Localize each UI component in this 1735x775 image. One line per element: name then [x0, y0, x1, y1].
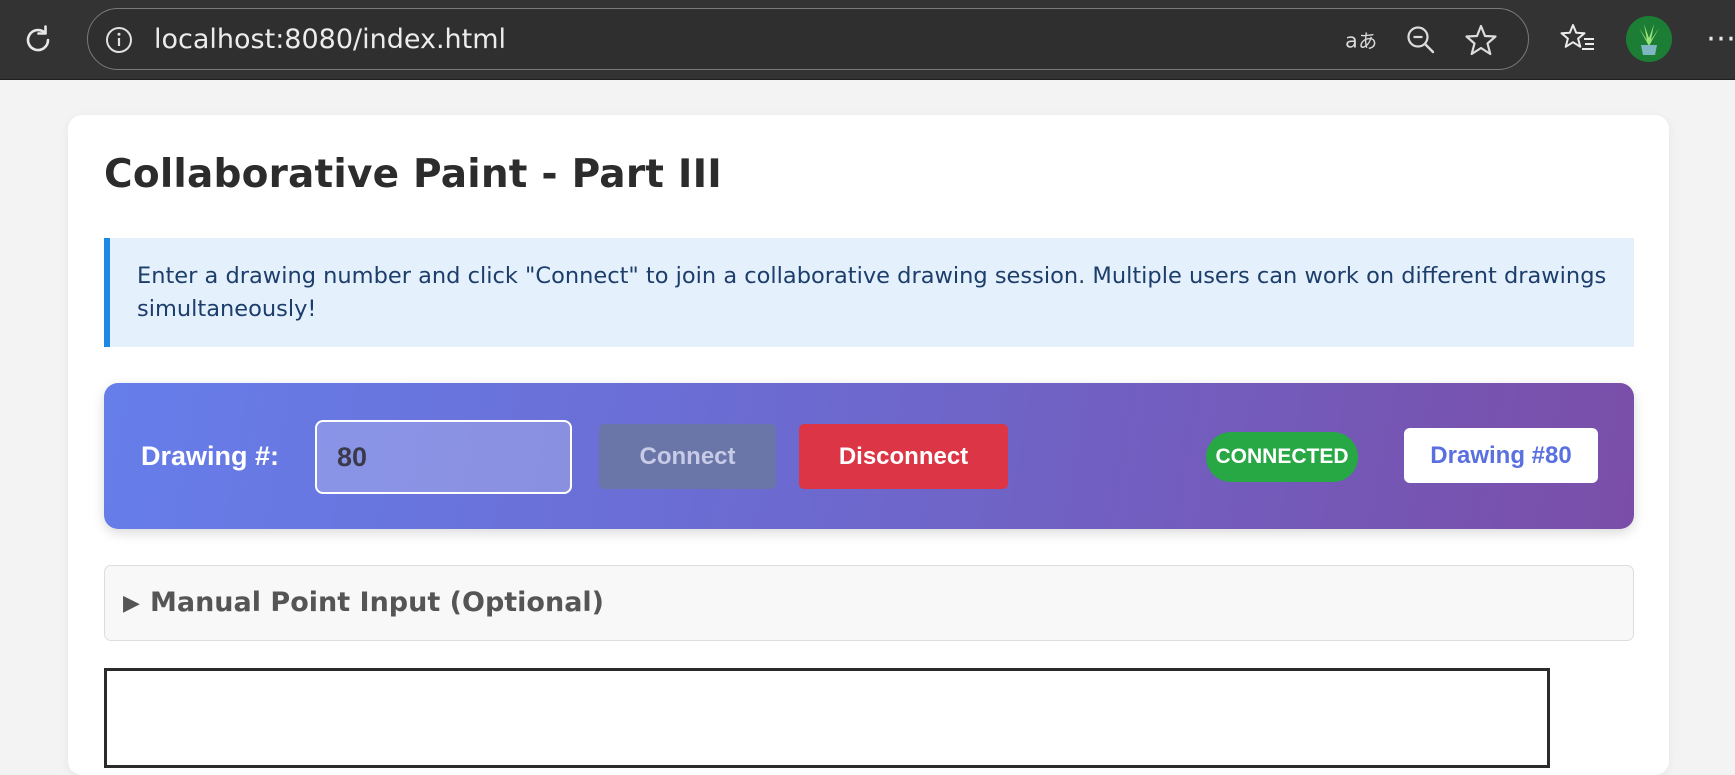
expand-arrow-icon[interactable]: ▶: [123, 566, 140, 642]
reload-icon[interactable]: [18, 20, 58, 60]
info-text: Enter a drawing number and click "Connec…: [137, 263, 1607, 322]
favorite-star-icon[interactable]: [1464, 23, 1498, 57]
svg-text:あ: あ: [1358, 31, 1377, 53]
manual-point-input-details[interactable]: ▶ Manual Point Input (Optional): [104, 565, 1634, 641]
current-drawing-badge: Drawing #80: [1404, 428, 1598, 483]
url-text[interactable]: localhost:8080/index.html: [154, 9, 506, 71]
svg-text:a: a: [1345, 29, 1358, 53]
read-aloud-icon[interactable]: a あ: [1345, 23, 1379, 57]
connect-button[interactable]: Connect: [599, 424, 776, 489]
status-badge: CONNECTED: [1206, 432, 1358, 482]
drawing-number-label: Drawing #:: [141, 441, 280, 471]
drawing-number-input[interactable]: [315, 420, 572, 494]
browser-toolbar: localhost:8080/index.html a あ ⋯: [0, 0, 1735, 80]
info-icon[interactable]: [104, 25, 134, 55]
manual-point-input-summary[interactable]: Manual Point Input (Optional): [150, 566, 604, 640]
profile-avatar-icon[interactable]: [1626, 16, 1672, 62]
more-icon[interactable]: ⋯: [1706, 24, 1735, 54]
address-bar[interactable]: localhost:8080/index.html a あ: [87, 8, 1529, 70]
control-panel: Drawing #: Connect Disconnect CONNECTED …: [104, 383, 1634, 529]
info-box: Enter a drawing number and click "Connec…: [104, 238, 1634, 347]
disconnect-button[interactable]: Disconnect: [799, 424, 1008, 489]
page-title: Collaborative Paint - Part III: [104, 152, 723, 197]
favorites-list-icon[interactable]: [1558, 18, 1598, 58]
zoom-out-icon[interactable]: [1404, 23, 1438, 57]
drawing-canvas[interactable]: [104, 668, 1550, 768]
